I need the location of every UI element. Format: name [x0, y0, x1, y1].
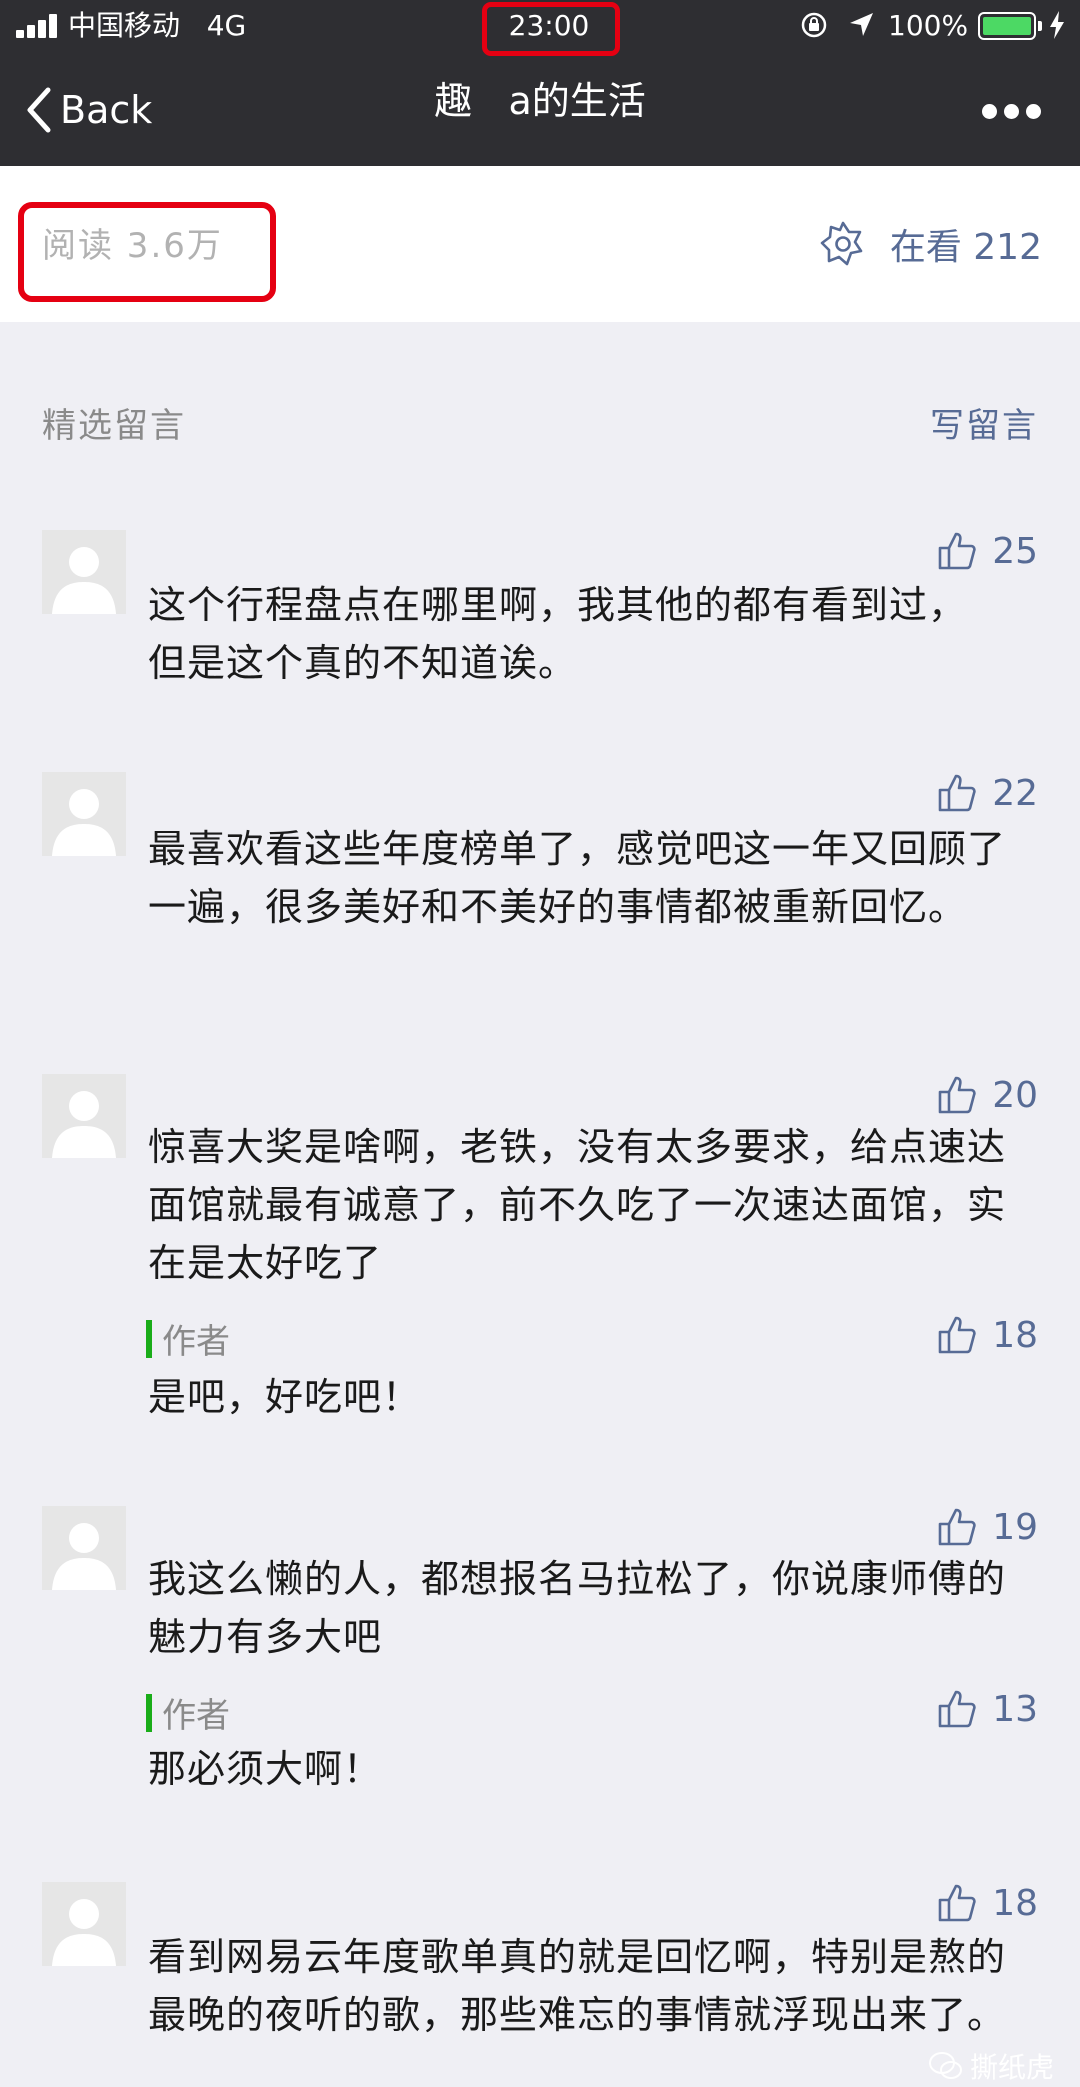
clock: 23:00: [508, 9, 590, 42]
thumbs-up-icon: [938, 532, 976, 570]
carrier-label: 中国移动 4G: [68, 9, 247, 42]
thumbs-up-icon: [938, 1508, 976, 1546]
back-label: Back: [60, 88, 153, 132]
read-count: 阅读 3.6万: [42, 226, 223, 266]
like-button[interactable]: 19: [936, 1506, 1038, 1548]
thumbs-up-icon: [938, 1076, 976, 1114]
wechat-logo-icon: [928, 2052, 962, 2079]
charging-icon: [1050, 11, 1064, 39]
default-avatar-icon: [52, 789, 116, 856]
default-avatar-icon: [52, 547, 116, 614]
like-count: 22: [992, 772, 1038, 814]
avatar[interactable]: [42, 1882, 126, 1966]
signal-icon: [16, 14, 60, 38]
reply-text: 是吧，好吃吧！: [148, 1375, 422, 1419]
avatar[interactable]: [42, 530, 126, 614]
like-button[interactable]: 18: [936, 1882, 1038, 1924]
avatar[interactable]: [42, 772, 126, 856]
author-bar: [146, 1319, 152, 1358]
like-count: 20: [992, 1074, 1038, 1116]
network-label: 4G: [206, 9, 247, 42]
like-count: 13: [992, 1688, 1038, 1730]
thumbs-up-icon: [938, 1884, 976, 1922]
author-reply-label: 作者: [146, 1688, 230, 1737]
top-bar: 中国移动 4G 23:00 100% Back 趣 a的生活: [0, 0, 1080, 166]
comment-text: 我这么懒的人，都想报名马拉松了，你说康师傅的魅力有多大吧: [148, 1557, 1007, 1659]
comment-text: 看到网易云年度歌单真的就是回忆啊，特别是熬的最晚的夜听的歌，那些难忘的事情就浮现…: [148, 1935, 1007, 2037]
author-bar: [146, 1693, 152, 1732]
default-avatar-icon: [52, 1899, 116, 1966]
like-button[interactable]: 25: [936, 530, 1038, 572]
thumbs-up-icon: [938, 774, 976, 812]
comment-text: 最喜欢看这些年度榜单了，感觉吧这一年又回顾了一遍，很多美好和不美好的事情都被重新…: [148, 827, 1007, 929]
reply-like-button[interactable]: 13: [936, 1688, 1038, 1730]
watermark: 撕纸虎: [928, 2046, 1054, 2086]
seeing-count: 在看 212: [889, 227, 1042, 268]
location-arrow-icon: [850, 13, 873, 36]
featured-comments-heading: 精选留言: [42, 406, 186, 446]
like-button[interactable]: 20: [936, 1074, 1038, 1116]
thumbs-up-icon: [938, 1316, 976, 1354]
rotation-lock-icon: [801, 12, 827, 38]
like-count: 18: [992, 1882, 1038, 1924]
like-count: 19: [992, 1506, 1038, 1548]
author-reply-label: 作者: [146, 1314, 230, 1363]
avatar[interactable]: [42, 1506, 126, 1590]
reply-text: 那必须大啊！: [148, 1747, 383, 1791]
comment-text: 惊喜大奖是啥啊，老铁，没有太多要求，给点速达面馆就最有诚意了，前不久吃了一次速达…: [148, 1125, 1007, 1285]
back-button[interactable]: Back: [24, 80, 152, 140]
write-comment-link[interactable]: 写留言: [930, 398, 1038, 447]
article-stats: 阅读 3.6万 在看 212: [0, 166, 1080, 322]
reply-like-button[interactable]: 18: [936, 1314, 1038, 1356]
avatar[interactable]: [42, 1074, 126, 1158]
default-avatar-icon: [52, 1091, 116, 1158]
thumbs-up-icon: [938, 1690, 976, 1728]
page-title: 趣 a的生活: [434, 79, 646, 123]
seeing-star-icon: [820, 221, 863, 266]
chevron-left-icon: [27, 87, 51, 133]
like-button[interactable]: 22: [936, 772, 1038, 814]
battery-icon: [978, 12, 1036, 40]
status-bar: 中国移动 4G 23:00 100%: [0, 0, 1080, 56]
like-count: 18: [992, 1314, 1038, 1356]
comment-text: 这个行程盘点在哪里啊，我其他的都有看到过，但是这个真的不知道诶。: [148, 583, 968, 685]
more-options-icon[interactable]: [982, 104, 1042, 120]
like-count: 25: [992, 530, 1038, 572]
battery-percent: 100%: [888, 9, 969, 42]
default-avatar-icon: [52, 1523, 116, 1590]
seeing-button[interactable]: 在看 212: [818, 218, 1042, 270]
